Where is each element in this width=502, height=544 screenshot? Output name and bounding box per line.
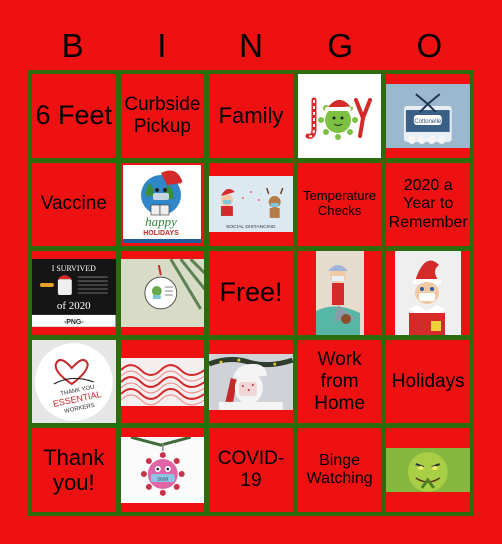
bingo-cell[interactable]: SOCIAL DISTANCING — [209, 162, 293, 247]
bingo-cell[interactable]: I SURVIVED of 2020 -PNG- — [32, 251, 116, 335]
santa-mask-icon — [209, 353, 293, 410]
bingo-cell[interactable]: Holidays — [386, 339, 470, 424]
bingo-cell[interactable]: Thank you! — [32, 428, 116, 512]
svg-text:of 2020: of 2020 — [57, 300, 91, 312]
cell-text: Curbside Pickup — [124, 93, 201, 137]
bingo-cell[interactable] — [297, 251, 382, 335]
bingo-cell[interactable]: Binge Watching — [297, 428, 382, 512]
bingo-cell[interactable]: 2020 — [120, 428, 205, 512]
cell-text: Binge Watching — [306, 451, 373, 488]
svg-text:HOLIDAYS: HOLIDAYS — [144, 230, 180, 237]
bingo-cell[interactable]: Free! — [209, 251, 293, 335]
bingo-cell[interactable]: Family — [209, 74, 293, 158]
header-letter-o: O — [416, 27, 443, 64]
grinch-face-icon — [386, 448, 470, 493]
bingo-cell[interactable]: Work from Home — [297, 339, 382, 424]
bingo-cell[interactable]: Curbside Pickup — [120, 74, 205, 158]
grinch-ornament-icon — [120, 258, 205, 327]
toilet-paper-gift-icon: Cottonelle — [386, 83, 470, 148]
bingo-cell[interactable] — [386, 428, 470, 512]
header-letter-g: G — [327, 27, 354, 64]
bingo-cell[interactable]: COVID-19 — [209, 428, 293, 512]
cell-text: 6 Feet — [35, 100, 113, 131]
covid-ornament-icon: 2020 — [120, 437, 205, 504]
bingo-cell[interactable]: 6 Feet — [32, 74, 116, 158]
candy-canes-icon — [120, 357, 205, 406]
i-survived-2020-icon: I SURVIVED of 2020 -PNG- — [32, 258, 116, 327]
bingo-cell[interactable]: Temperature Checks — [297, 162, 382, 247]
social-distancing-label: SOCIAL DISTANCING — [226, 224, 276, 230]
thank-you-essential-workers-icon: THANK YOU ESSENTIAL WORKERS — [32, 339, 116, 424]
bingo-cell[interactable] — [120, 339, 205, 424]
header-letter-n: N — [239, 27, 263, 64]
joy-virus-santa-hat-icon — [297, 74, 382, 158]
cell-text: Vaccine — [40, 193, 107, 215]
bingo-cell[interactable]: THANK YOU ESSENTIAL WORKERS — [32, 339, 116, 424]
elf-on-shelf-mask-icon — [315, 251, 364, 335]
cell-text: COVID-19 — [217, 448, 285, 492]
header-letter-b: B — [61, 27, 84, 64]
cell-text: Family — [218, 103, 284, 129]
free-space: Free! — [219, 277, 283, 308]
bingo-cell[interactable] — [209, 339, 293, 424]
bingo-cell[interactable]: 2020 a Year to Remember — [386, 162, 470, 247]
bingo-cell[interactable]: Cottonelle — [386, 74, 470, 158]
bingo-header: B I N G O — [28, 26, 474, 66]
elf-mask-portrait-icon — [395, 251, 462, 335]
bingo-cell[interactable] — [297, 74, 382, 158]
cell-text: Work from Home — [314, 348, 365, 414]
ornament-year-label: 2020 — [157, 477, 168, 483]
bingo-grid: 6 Feet Curbside Pickup Family Cottonelle… — [28, 70, 474, 516]
svg-text:happy: happy — [146, 214, 178, 229]
header-letter-i: I — [157, 27, 167, 64]
cell-text: Holidays — [391, 370, 465, 392]
cell-text: Thank you! — [43, 444, 105, 496]
toilet-paper-brand-label: Cottonelle — [415, 119, 443, 125]
cell-text: 2020 a Year to Remember — [388, 176, 468, 231]
png-label: -PNG- — [64, 319, 84, 326]
santa-social-distancing-icon: SOCIAL DISTANCING — [209, 176, 293, 233]
bingo-cell[interactable]: Vaccine — [32, 162, 116, 247]
bingo-cell[interactable]: happy HOLIDAYS — [120, 162, 205, 247]
svg-text:I SURVIVED: I SURVIVED — [52, 264, 96, 273]
bingo-cell[interactable] — [386, 251, 470, 335]
bingo-cell[interactable] — [120, 251, 205, 335]
cell-text: Temperature Checks — [303, 188, 377, 219]
happy-holidays-earth-mask-icon: happy HOLIDAYS — [123, 165, 202, 244]
